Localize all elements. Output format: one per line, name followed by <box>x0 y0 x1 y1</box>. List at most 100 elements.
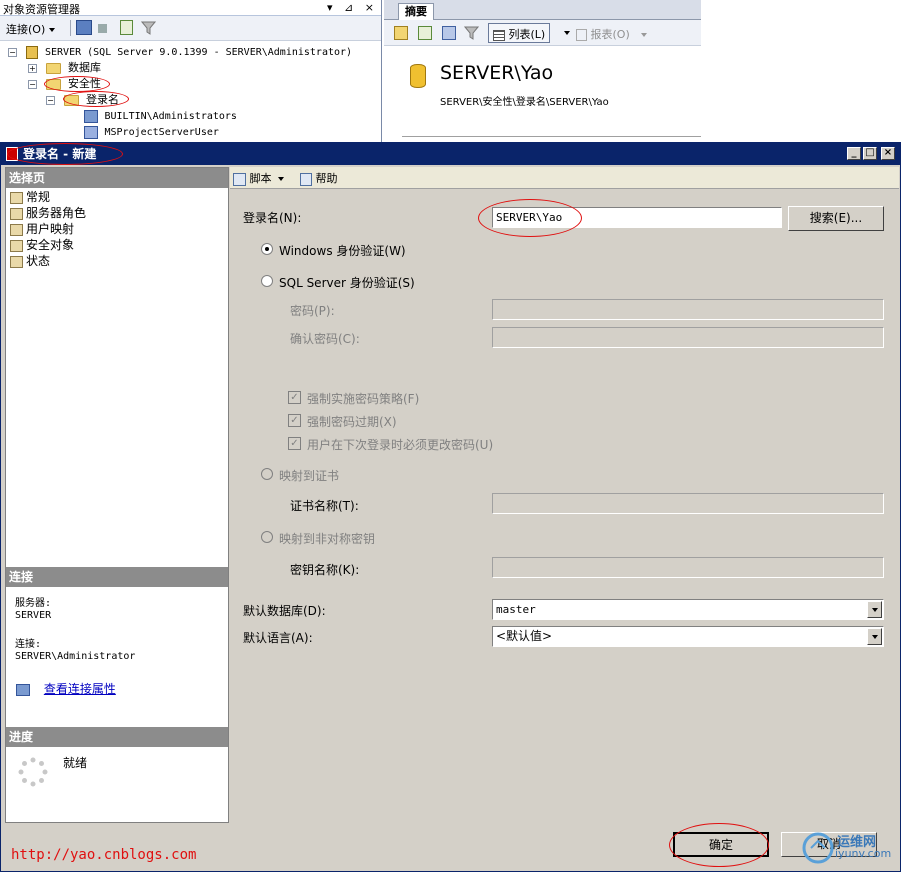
windows-auth-radio[interactable] <box>261 243 273 255</box>
annotation-circle <box>478 199 582 237</box>
chevron-down-icon <box>278 177 284 181</box>
summary-path: SERVER\安全性\登录名\SERVER\Yao <box>440 97 609 108</box>
new-login-dialog: 登录名 - 新建 _ □ × 选择页 常规 服务器角色 用户映射 安全对象 状态… <box>0 142 901 872</box>
page-icon <box>10 207 23 220</box>
panel-window-controls[interactable]: ▾ ⊿ × <box>327 1 378 14</box>
page-label: 安全对象 <box>26 238 75 252</box>
tree-node-databases[interactable]: + 数据库 <box>8 60 381 76</box>
collapse-icon[interactable]: − <box>46 95 55 105</box>
cert-name-input[interactable] <box>492 493 884 514</box>
enforce-policy-checkbox[interactable]: ✓ <box>288 391 301 404</box>
login-node-label: BUILTIN\Administrators <box>104 111 237 122</box>
dialog-toolbar: 脚本 帮助 <box>230 167 899 189</box>
list-view-button[interactable]: 列表(L) <box>488 23 551 43</box>
watermark-icon <box>802 832 834 864</box>
script-button[interactable]: 脚本 <box>233 170 284 186</box>
disconnect-icon[interactable] <box>76 20 92 35</box>
users-icon <box>84 109 98 123</box>
object-explorer-toolbar: 连接(O) <box>0 16 381 41</box>
close-button[interactable]: × <box>881 147 895 160</box>
map-asym-key-radio[interactable] <box>261 531 273 543</box>
dropdown-arrow-icon[interactable] <box>867 628 882 645</box>
dialog-titlebar[interactable]: 登录名 - 新建 _ □ × <box>1 143 900 165</box>
page-item-status[interactable]: 状态 <box>10 253 50 269</box>
cert-name-label: 证书名称(T): <box>290 499 359 513</box>
refresh-icon[interactable] <box>418 26 432 40</box>
password-label: 密码(P): <box>290 304 335 318</box>
maximize-button[interactable]: □ <box>863 147 877 160</box>
page-item-general[interactable]: 常规 <box>10 189 50 205</box>
connect-label: 连接(O) <box>6 23 46 36</box>
server-value: SERVER <box>15 610 52 621</box>
page-item-user-mapping[interactable]: 用户映射 <box>10 221 74 237</box>
script-icon <box>233 172 246 186</box>
must-change-checkbox[interactable]: ✓ <box>288 437 301 450</box>
map-cert-label: 映射到证书 <box>279 469 340 483</box>
windows-auth-label: Windows 身份验证(W) <box>279 244 406 258</box>
tree-node-login[interactable]: MSProjectServerUser <box>8 124 381 140</box>
chevron-down-icon[interactable] <box>564 31 570 35</box>
key-name-input[interactable] <box>492 557 884 578</box>
minimize-button[interactable]: _ <box>847 147 861 160</box>
server-info: 服务器: SERVER <box>15 598 51 622</box>
footer-url: http://yao.cnblogs.com <box>11 847 197 863</box>
watermark-line2: iyunv.com <box>835 847 892 860</box>
tree-node-login[interactable]: BUILTIN\Administrators <box>8 108 381 124</box>
page-label: 服务器角色 <box>26 206 87 220</box>
progress-header: 进度 <box>6 727 228 747</box>
filter-icon[interactable] <box>464 26 479 40</box>
expand-icon[interactable]: + <box>28 63 37 73</box>
page-item-securables[interactable]: 安全对象 <box>10 237 74 253</box>
help-icon <box>300 172 312 186</box>
summary-tab-strip: 摘要 <box>384 0 701 20</box>
login-name-label: 登录名(N): <box>243 211 302 225</box>
connect-dropdown[interactable]: 连接(O) <box>6 21 55 37</box>
password-input[interactable] <box>492 299 884 320</box>
help-label: 帮助 <box>315 172 338 185</box>
sql-auth-radio[interactable] <box>261 275 273 287</box>
page-label: 状态 <box>26 254 51 268</box>
page-item-server-roles[interactable]: 服务器角色 <box>10 205 86 221</box>
folder-up-icon[interactable] <box>394 26 408 40</box>
login-cylinder-icon <box>410 64 426 88</box>
default-db-select[interactable]: master <box>492 599 884 620</box>
stop-icon[interactable] <box>98 24 107 33</box>
search-button[interactable]: 搜索(E)... <box>788 206 884 231</box>
help-button[interactable]: 帮助 <box>300 170 338 186</box>
sync-icon[interactable] <box>442 26 456 40</box>
refresh-icon[interactable] <box>120 20 133 35</box>
tree-node-server[interactable]: − SERVER (SQL Server 9.0.1399 - SERVER\A… <box>8 44 381 60</box>
progress-status: 就绪 <box>63 756 88 770</box>
view-connection-properties-label: 查看连接属性 <box>43 682 116 696</box>
report-button[interactable]: 报表(O) <box>576 26 648 42</box>
connection-info: 连接: SERVER\Administrator <box>15 639 135 663</box>
page-icon <box>10 223 23 236</box>
map-asym-key-label: 映射到非对称密钥 <box>279 532 376 546</box>
enforce-policy-label: 强制实施密码策略(F) <box>307 392 420 406</box>
view-connection-properties-link[interactable]: 查看连接属性 <box>16 680 116 697</box>
enforce-expiration-checkbox[interactable]: ✓ <box>288 414 301 427</box>
page-icon <box>10 239 23 252</box>
annotation-circle <box>7 143 123 165</box>
confirm-password-input[interactable] <box>492 327 884 348</box>
chevron-down-icon <box>48 28 55 32</box>
summary-panel: 摘要 列表(L) 报表(O) SERVER\Yao SERVER\安全性\登录名… <box>384 0 701 142</box>
default-lang-select[interactable]: <默认值> <box>492 626 884 647</box>
progress-spinner-icon <box>18 757 48 787</box>
dialog-left-pane: 选择页 常规 服务器角色 用户映射 安全对象 状态 连接 服务器: SERVER… <box>5 167 229 823</box>
folder-icon <box>45 62 61 74</box>
default-db-value: master <box>496 603 536 616</box>
page-label: 常规 <box>26 190 51 204</box>
databases-node-label: 数据库 <box>68 61 101 74</box>
filter-icon[interactable] <box>141 21 156 35</box>
object-explorer-tree: − SERVER (SQL Server 9.0.1399 - SERVER\A… <box>8 44 381 140</box>
map-cert-radio[interactable] <box>261 468 273 480</box>
collapse-icon[interactable]: − <box>8 47 17 57</box>
collapse-icon[interactable]: − <box>28 79 37 89</box>
tab-summary[interactable]: 摘要 <box>398 3 434 20</box>
page-icon <box>10 255 23 268</box>
object-explorer-titlebar: 对象资源管理器 ▾ ⊿ × <box>0 0 381 16</box>
annotation-circle <box>63 91 129 107</box>
dropdown-arrow-icon[interactable] <box>867 601 882 618</box>
report-label: 报表(O) <box>590 28 630 41</box>
